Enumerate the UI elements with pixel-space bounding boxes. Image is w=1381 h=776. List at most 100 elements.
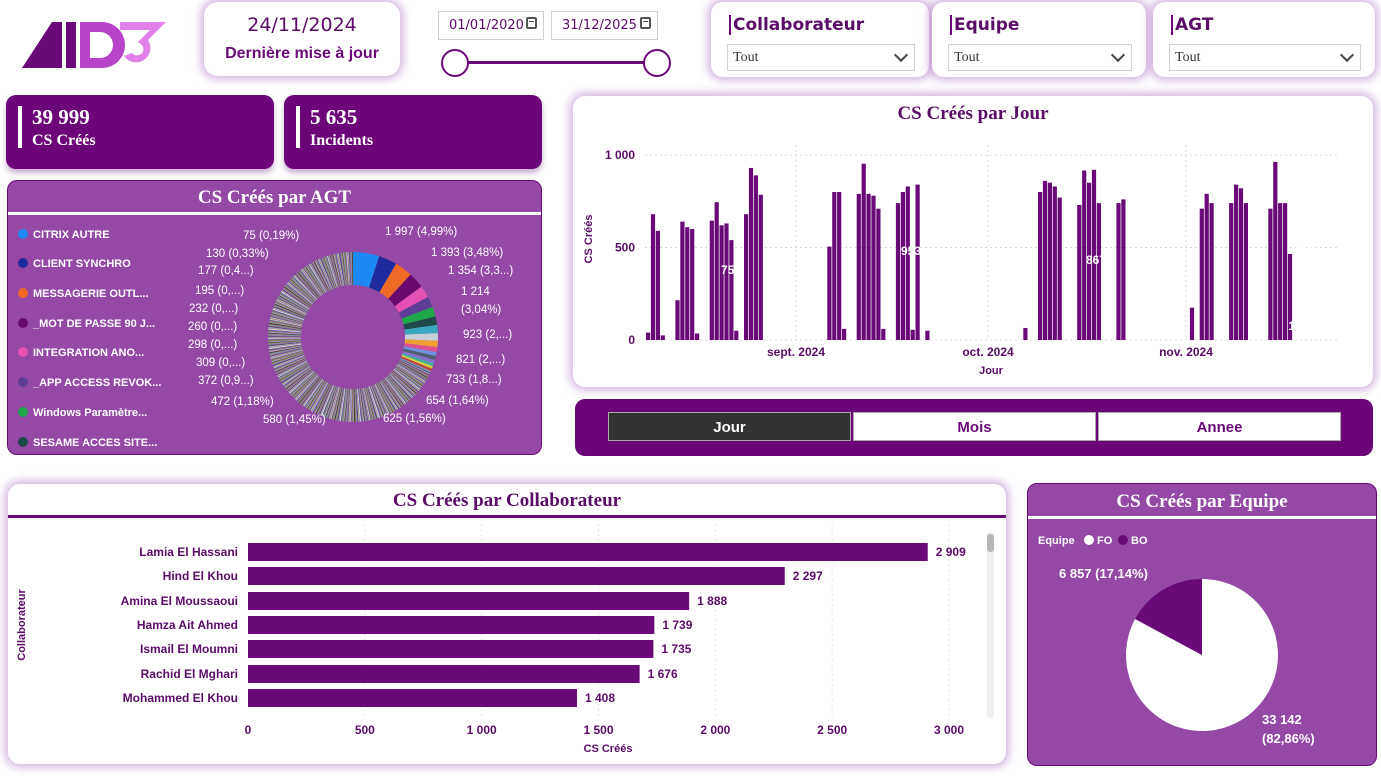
daily-bar[interactable]	[719, 225, 724, 340]
daily-bar[interactable]	[748, 167, 754, 340]
daily-bar[interactable]	[1204, 193, 1209, 340]
daily-bar[interactable]	[660, 335, 665, 340]
daily-bar[interactable]	[1096, 203, 1101, 340]
collab-bar[interactable]	[248, 616, 655, 634]
agt-donut-chart[interactable]	[263, 247, 443, 427]
daily-bar[interactable]	[709, 220, 714, 340]
equipe-pie-chart[interactable]: Equipe FO BO 6 857 (17,14%) 33 142 (82,86%)	[1028, 484, 1378, 767]
daily-bar[interactable]	[856, 193, 861, 340]
daily-bar[interactable]	[729, 240, 734, 340]
range-start-handle[interactable]	[441, 49, 469, 77]
daily-bar[interactable]	[646, 332, 651, 340]
daily-bar[interactable]	[690, 229, 695, 340]
daily-bar[interactable]	[866, 193, 871, 340]
legend-item[interactable]: CITRIX AUTRE	[18, 229, 110, 241]
daily-bar[interactable]	[753, 175, 758, 340]
legend-label[interactable]: BO	[1131, 535, 1148, 547]
range-end-handle[interactable]	[643, 49, 671, 77]
daily-bar[interactable]	[655, 230, 660, 340]
legend-label[interactable]: FO	[1097, 535, 1113, 547]
collab-bar[interactable]	[248, 592, 690, 610]
collab-bar[interactable]	[248, 689, 578, 707]
toggle-mois-button[interactable]: Mois	[853, 412, 1096, 441]
daily-bar[interactable]	[724, 223, 729, 340]
daily-bar[interactable]	[744, 214, 749, 340]
daily-bar[interactable]	[758, 194, 763, 340]
daily-bar[interactable]	[1229, 203, 1234, 340]
daily-bar[interactable]	[832, 192, 837, 340]
daily-bar[interactable]	[910, 329, 915, 340]
daily-bar[interactable]	[842, 328, 847, 340]
collab-bar[interactable]	[248, 543, 928, 561]
daily-bar[interactable]	[837, 192, 842, 340]
daily-bar[interactable]	[905, 186, 910, 340]
daily-bar[interactable]	[1057, 197, 1062, 340]
daily-bar-chart[interactable]: 1 000 500 0 sept. 2024 oct. 2024 nov. 2024 Jou…	[573, 96, 1373, 387]
daily-bar[interactable]	[695, 333, 700, 340]
daily-bar[interactable]	[915, 184, 920, 340]
collaborateur-dropdown[interactable]: Tout	[727, 44, 915, 71]
daily-bar[interactable]	[1189, 307, 1195, 340]
daily-bar[interactable]	[900, 192, 905, 340]
legend-item[interactable]: SESAME ACCES SITE...	[18, 437, 157, 449]
toggle-jour-button[interactable]: Jour	[608, 412, 851, 441]
range-end-input[interactable]: 31/12/2025	[551, 11, 658, 40]
daily-bar[interactable]	[1238, 188, 1244, 340]
daily-bar[interactable]	[1278, 203, 1283, 340]
daily-bar[interactable]	[1268, 208, 1273, 340]
donut-data-label: 372 (0,9...)	[198, 375, 254, 387]
daily-bar[interactable]	[1116, 203, 1121, 340]
collab-bar[interactable]	[248, 665, 640, 683]
daily-bar[interactable]	[1273, 161, 1278, 340]
legend-item[interactable]: _MOT DE PASSE 90 J...	[18, 318, 155, 330]
agt-dropdown[interactable]: Tout	[1169, 44, 1361, 71]
legend-item[interactable]: CLIENT SYNCHRO	[18, 258, 131, 270]
daily-bar[interactable]	[861, 163, 866, 340]
daily-bar[interactable]	[1038, 192, 1043, 340]
legend-item[interactable]: INTEGRATION ANO...	[18, 347, 144, 359]
daily-bar[interactable]	[1209, 203, 1214, 340]
daily-bar[interactable]	[1199, 208, 1204, 340]
daily-bar[interactable]	[734, 330, 739, 340]
scrollbar-track[interactable]	[987, 532, 994, 718]
daily-bar[interactable]	[1042, 180, 1048, 340]
date-range-slider-track[interactable]	[455, 61, 657, 64]
toggle-annee-button[interactable]: Annee	[1098, 412, 1341, 441]
daily-bar[interactable]	[871, 195, 876, 340]
range-start-input[interactable]: 01/01/2020	[438, 11, 544, 40]
donut-data-label: 232 (0,...)	[189, 303, 239, 315]
equipe-dropdown[interactable]: Tout	[948, 44, 1132, 71]
daily-bar[interactable]	[1234, 184, 1239, 340]
equipe-pie-card: CS Créés par Equipe Equipe FO BO 6 857 (17,…	[1027, 483, 1377, 766]
legend-item[interactable]: _APP ACCESS REVOK...	[18, 377, 161, 389]
calendar-icon[interactable]	[640, 17, 651, 29]
daily-bar[interactable]	[827, 246, 832, 340]
daily-bar[interactable]	[714, 202, 719, 340]
collab-bar[interactable]	[248, 640, 654, 658]
legend-dot	[18, 437, 28, 447]
daily-bar[interactable]	[895, 203, 901, 340]
daily-bar[interactable]	[1047, 182, 1052, 340]
daily-data-label: 867	[1086, 253, 1106, 267]
pie-data-label: 6 857 (17,14%)	[1059, 566, 1148, 581]
daily-bar[interactable]	[1052, 186, 1057, 340]
daily-bar[interactable]	[1023, 327, 1028, 340]
calendar-icon[interactable]	[526, 17, 537, 29]
daily-bar[interactable]	[925, 330, 930, 340]
daily-bar[interactable]	[1077, 204, 1082, 340]
daily-bar[interactable]	[881, 328, 886, 340]
daily-bar[interactable]	[675, 300, 680, 340]
collaborateur-bar-chart[interactable]: 0 500 1 000 1 500 2 000 2 500 3 000 CS Créés Col…	[8, 484, 1006, 764]
daily-bar[interactable]	[1283, 203, 1288, 340]
daily-bar[interactable]	[685, 227, 690, 340]
daily-bar[interactable]	[1243, 203, 1248, 340]
daily-bar[interactable]	[650, 214, 656, 340]
legend-item[interactable]: MESSAGERIE OUTL...	[18, 288, 149, 300]
collab-bar[interactable]	[248, 567, 785, 585]
daily-bar[interactable]	[680, 221, 685, 340]
scrollbar-thumb[interactable]	[987, 534, 994, 552]
daily-bar[interactable]	[876, 208, 881, 340]
dropdown-value: Tout	[733, 50, 759, 65]
daily-bar[interactable]	[1121, 199, 1126, 340]
legend-item[interactable]: Windows Paramètre...	[18, 407, 147, 419]
